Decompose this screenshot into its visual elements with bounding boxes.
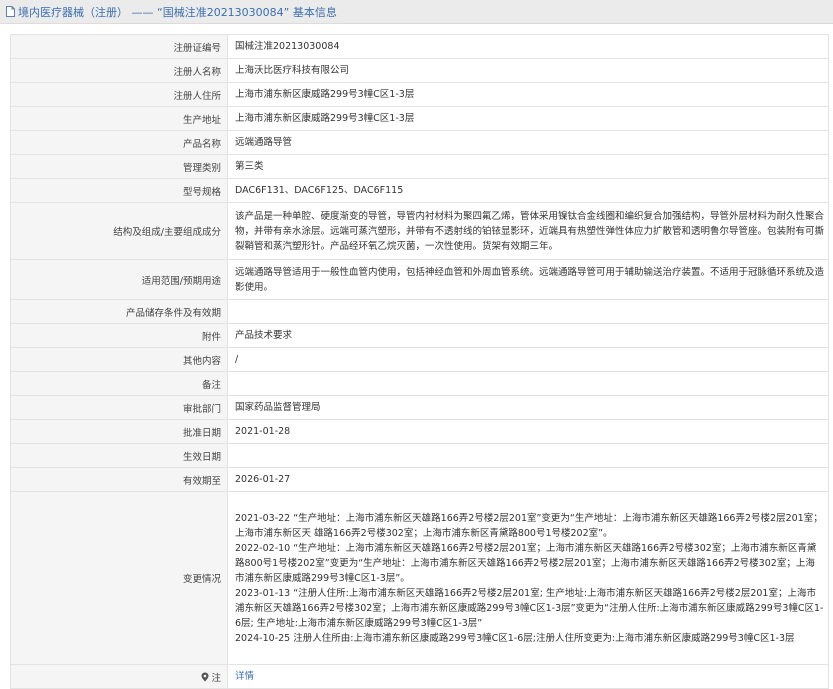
change-entry: 2022-02-10 “生产地址：上海市浦东新区天雄路166弄2号楼2层201室… — [235, 542, 817, 584]
table-row: 产品储存条件及有效期 — [10, 299, 829, 324]
row-label: 审批部门 — [10, 395, 228, 420]
table-row: 附件 产品技术要求 — [10, 323, 829, 348]
document-icon — [6, 6, 15, 17]
row-value: DAC6F131、DAC6F125、DAC6F115 — [227, 178, 829, 203]
row-value: 远端通路导管适用于一般性血管内使用，包括神经血管和外周血管系统。远端通路导管可用… — [227, 259, 829, 300]
row-label: 注册人名称 — [10, 58, 228, 83]
table-row: 注册证编号 国械注准20213030084 — [10, 34, 829, 59]
row-label: 批准日期 — [10, 419, 228, 444]
row-value: 产品技术要求 — [227, 323, 829, 348]
detail-panel: 注册证编号 国械注准20213030084 注册人名称 上海沃比医疗科技有限公司 注册人… — [10, 34, 829, 689]
row-label: 产品名称 — [10, 130, 228, 155]
row-label: 产品储存条件及有效期 — [10, 299, 228, 324]
row-value: 上海市浦东新区康威路299号3幢C区1-3层 — [227, 82, 829, 107]
row-label: 附件 — [10, 323, 228, 348]
table-row: 生产地址 上海市浦东新区康威路299号3幢C区1-3层 — [10, 106, 829, 131]
row-label: 生效日期 — [10, 443, 228, 468]
row-value: 2026-01-27 — [227, 467, 829, 492]
footer-label: 注 — [211, 672, 221, 684]
row-label: 管理类别 — [10, 154, 228, 179]
row-label: 变更情况 — [10, 491, 228, 665]
change-entry: 2024-10-25 注册人住所由:上海市浦东新区康威路299号3幢C区1-6层… — [235, 632, 795, 644]
table-row: 型号规格 DAC6F131、DAC6F125、DAC6F115 — [10, 178, 829, 203]
table-row-footer: 注 详情 — [10, 664, 829, 689]
table-row: 有效期至 2026-01-27 — [10, 467, 829, 492]
row-value: 上海市浦东新区康威路299号3幢C区1-3层 — [227, 106, 829, 131]
row-value: 上海沃比医疗科技有限公司 — [227, 58, 829, 83]
row-label: 注册证编号 — [10, 34, 228, 59]
row-label: 适用范围/预期用途 — [10, 259, 228, 300]
table-row: 生效日期 — [10, 443, 829, 468]
row-value: 国械注准20213030084 — [227, 34, 829, 59]
row-value: 2021-01-28 — [227, 419, 829, 444]
row-label: 其他内容 — [10, 347, 228, 372]
table-row-changes: 变更情况 2021-03-22 “生产地址：上海市浦东新区天雄路166弄2号楼2层… — [10, 491, 829, 665]
table-row: 备注 — [10, 371, 829, 396]
detail-link[interactable]: 详情 — [235, 671, 254, 682]
row-value: 第三类 — [227, 154, 829, 179]
table-row: 注册人住所 上海市浦东新区康威路299号3幢C区1-3层 — [10, 82, 829, 107]
row-value: 国家药品监督管理局 — [227, 395, 829, 420]
page-title-bar: 境内医疗器械（注册） —— “国械注准20213030084” 基本信息 — [0, 0, 833, 24]
row-value — [227, 371, 829, 396]
table-row: 批准日期 2021-01-28 — [10, 419, 829, 444]
page-title: 境内医疗器械（注册） —— “国械注准20213030084” 基本信息 — [18, 5, 337, 19]
change-entry: 2023-01-13 “注册人住所:上海市浦东新区天雄路166弄2号楼2层201… — [235, 587, 824, 629]
table-row: 结构及组成/主要组成成分 该产品是一种单腔、硬度渐变的导管，导管内衬材料为聚四氟乙… — [10, 202, 829, 260]
location-pin-icon — [201, 672, 209, 681]
row-label: 生产地址 — [10, 106, 228, 131]
row-value: 详情 — [227, 664, 829, 689]
change-history: 2021-03-22 “生产地址：上海市浦东新区天雄路166弄2号楼2层201室… — [227, 491, 829, 665]
row-value: 远端通路导管 — [227, 130, 829, 155]
row-value: 该产品是一种单腔、硬度渐变的导管，导管内衬材料为聚四氟乙烯，管体采用镍钛合金线圈… — [227, 202, 829, 260]
change-entry: 2021-03-22 “生产地址：上海市浦东新区天雄路166弄2号楼2层201室… — [235, 512, 823, 539]
row-value: / — [227, 347, 829, 372]
table-row: 其他内容 / — [10, 347, 829, 372]
table-row: 审批部门 国家药品监督管理局 — [10, 395, 829, 420]
table-row: 注册人名称 上海沃比医疗科技有限公司 — [10, 58, 829, 83]
table-row: 管理类别 第三类 — [10, 154, 829, 179]
row-label: 结构及组成/主要组成成分 — [10, 202, 228, 260]
row-label: 注册人住所 — [10, 82, 228, 107]
row-value — [227, 299, 829, 324]
row-value — [227, 443, 829, 468]
table-row: 产品名称 远端通路导管 — [10, 130, 829, 155]
detail-table: 注册证编号 国械注准20213030084 注册人名称 上海沃比医疗科技有限公司 注册人… — [10, 34, 829, 689]
table-row: 适用范围/预期用途 远端通路导管适用于一般性血管内使用，包括神经血管和外周血管系统… — [10, 259, 829, 300]
row-label: 注 — [10, 664, 228, 689]
row-label: 型号规格 — [10, 178, 228, 203]
row-label: 有效期至 — [10, 467, 228, 492]
row-label: 备注 — [10, 371, 228, 396]
